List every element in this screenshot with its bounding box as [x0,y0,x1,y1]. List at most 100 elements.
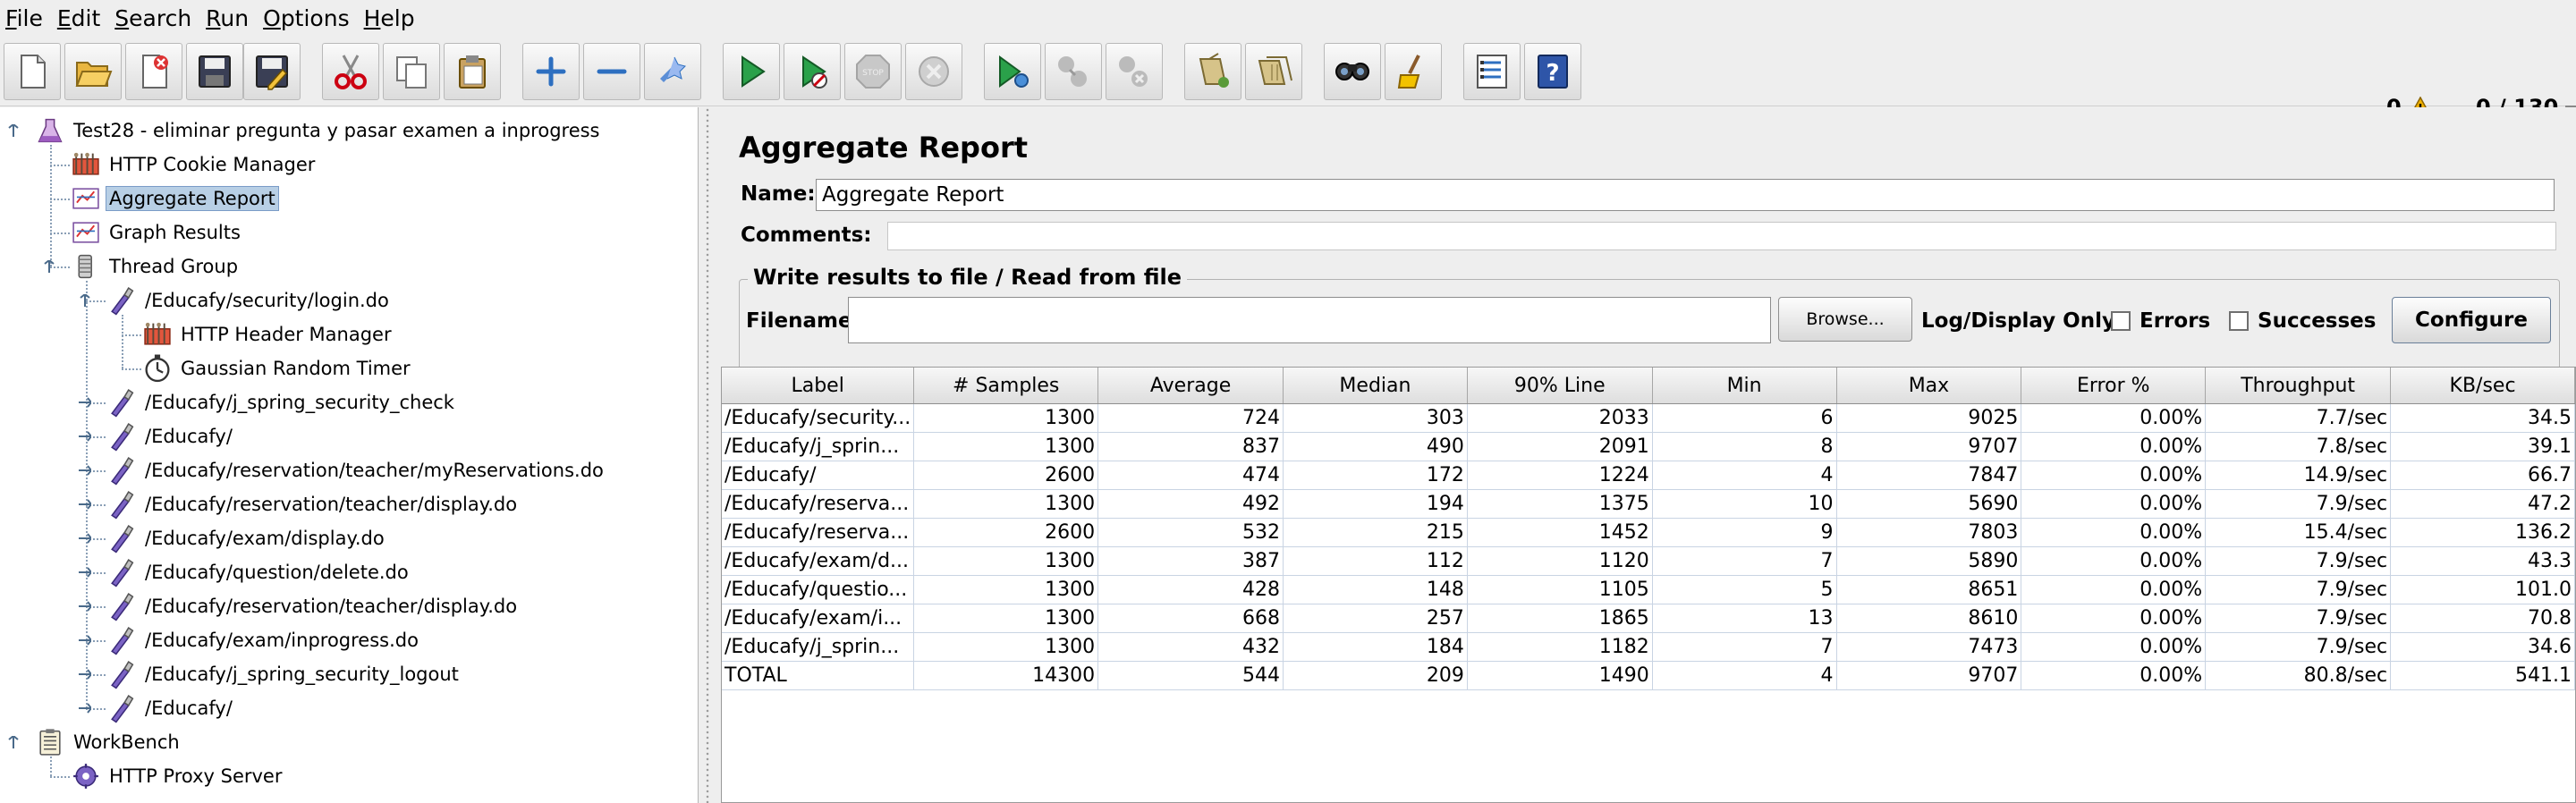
tree-node[interactable]: /Educafy/reservation/teacher/display.do [106,488,521,520]
tree-expand-toggle[interactable] [79,702,93,714]
table-row[interactable]: /Educafy/reserva... 2600 532 215 1452 9 7803 0.… [722,518,2575,547]
column-header[interactable]: Min [1652,368,1837,404]
total-row[interactable]: TOTAL 14300 544 209 1490 4 9707 0.00% 80.8/sec 54… [722,661,2575,690]
save-button[interactable] [186,43,243,100]
tree-expand-toggle[interactable] [79,668,93,680]
tree-node[interactable]: HTTP Header Manager [141,318,395,351]
tree-collapse-toggle[interactable] [79,292,90,307]
column-header[interactable]: Max [1836,368,2022,404]
tree-node[interactable]: /Educafy/reservation/teacher/display.do [106,590,521,622]
column-header[interactable]: Median [1283,368,1468,404]
filename-field[interactable] [848,297,1771,343]
table-cell: 7.8/sec [2205,432,2392,461]
table-row[interactable]: /Educafy/reserva... 1300 492 194 1375 10 5690 0… [722,489,2575,519]
stop-button[interactable]: STOP [844,43,902,100]
table-row[interactable]: /Educafy/j_sprin... 1300 837 490 2091 8 9707 0.… [722,432,2575,461]
table-row[interactable]: /Educafy/j_sprin... 1300 432 184 1182 7 7473 0.… [722,632,2575,662]
tree-node[interactable]: Gaussian Random Timer [141,352,414,385]
successes-checkbox[interactable] [2229,311,2249,331]
help-button[interactable]: ? [1524,43,1581,100]
column-header[interactable]: # Samples [913,368,1099,404]
menu-file[interactable]: File [0,0,50,36]
split-pane-divider[interactable] [699,107,716,803]
tree-node[interactable]: /Educafy/j_spring_security_logout [106,658,462,690]
tree-node[interactable]: Test28 - eliminar pregunta y pasar exame… [34,114,604,147]
column-header[interactable]: 90% Line [1467,368,1653,404]
search-button[interactable] [1324,43,1381,100]
menu-help[interactable]: Help [357,0,422,36]
remote-shutdown-button[interactable] [1106,43,1163,100]
tree-node[interactable]: HTTP Proxy Server [70,760,285,792]
cut-button[interactable] [322,43,379,100]
menu-edit[interactable]: Edit [50,0,107,36]
tree-collapse-toggle[interactable] [7,123,19,137]
shutdown-button[interactable] [905,43,962,100]
name-field[interactable] [816,179,2555,211]
new-button[interactable] [4,43,61,100]
tree-node[interactable]: /Educafy/exam/display.do [106,522,388,554]
menu-search[interactable]: Search [107,0,199,36]
tree-expand-toggle[interactable] [79,498,93,510]
aggregate-table[interactable]: Label # Samples Average Median 90% Line Min Ma… [721,367,2576,803]
tree-expand-toggle[interactable] [79,464,93,476]
tree-expand-toggle[interactable] [79,600,93,612]
close-button[interactable] [125,43,182,100]
table-row[interactable]: /Educafy/exam/i... 1300 668 257 1865 13 8610 0.… [722,604,2575,633]
column-header[interactable]: Average [1097,368,1284,404]
tree-node[interactable]: /Educafy/security/login.do [106,284,393,317]
tree-node[interactable]: WorkBench [34,726,183,758]
tree-collapse-toggle[interactable] [7,734,19,748]
column-header[interactable]: Error % [2021,368,2207,404]
start-button[interactable] [723,43,780,100]
table-cell: 14.9/sec [2205,461,2392,490]
menu-options[interactable]: Options [256,0,356,36]
copy-button[interactable] [383,43,440,100]
tree-node[interactable]: HTTP Cookie Manager [70,148,318,181]
tree-node[interactable]: Graph Results [70,216,244,249]
tree-node[interactable]: /Educafy/reservation/teacher/myReservati… [106,454,607,486]
browse-button[interactable]: Browse... [1778,297,1912,342]
column-header[interactable]: Label [722,368,915,404]
clear-button[interactable] [1184,43,1241,100]
tree-node[interactable]: /Educafy/j_spring_security_check [106,386,458,418]
errors-checkbox[interactable] [2111,311,2131,331]
tree-expand-toggle[interactable] [79,634,93,646]
open-button[interactable] [64,43,122,100]
configure-button[interactable]: Configure [2392,297,2551,343]
column-header[interactable]: Throughput [2205,368,2392,404]
collapse-button[interactable] [583,43,640,100]
table-row[interactable]: /Educafy/2600 474 172 1224 4 7847 0.00% 14.9/se… [722,461,2575,490]
remote-start-button[interactable] [984,43,1041,100]
tree-node[interactable]: /Educafy/exam/inprogress.do [106,624,422,656]
tree-expand-toggle[interactable] [79,532,93,544]
paste-button[interactable] [444,43,501,100]
tree-node[interactable]: /Educafy/ [106,692,236,724]
table-cell: 101.0 [2390,575,2575,604]
remote-stop-button[interactable] [1045,43,1102,100]
column-header[interactable]: KB/sec [2390,368,2575,404]
tree-node[interactable]: Thread Group [70,250,242,283]
aggregate-results-table[interactable]: Label # Samples Average Median 90% Line Min Ma… [722,368,2575,690]
table-row[interactable]: /Educafy/exam/d... 1300 387 112 1120 7 5890 0.0… [722,546,2575,576]
save-as-button[interactable] [243,43,301,100]
menu-run[interactable]: Run [199,0,256,36]
table-row[interactable]: /Educafy/questio... 1300 428 148 1105 5 8651 0.… [722,575,2575,604]
function-helper-button[interactable] [1463,43,1521,100]
splitter-grip[interactable] [705,107,710,803]
start-no-timers-button[interactable] [784,43,841,100]
tree-connector [50,199,70,200]
toggle-button[interactable] [644,43,701,100]
tree-expand-toggle[interactable] [79,430,93,442]
tree-expand-toggle[interactable] [79,396,93,408]
comments-field[interactable] [887,222,2556,250]
tree-node[interactable]: /Educafy/question/delete.do [106,556,412,588]
table-row[interactable]: /Educafy/security... 1300 724 303 2033 6 9025 0… [722,403,2575,433]
expand-button[interactable] [522,43,580,100]
test-plan-tree[interactable]: Test28 - eliminar pregunta y pasar exame… [0,107,699,803]
tree-node[interactable]: Aggregate Report [70,182,279,215]
clear-all-button[interactable] [1245,43,1302,100]
tree-expand-toggle[interactable] [79,566,93,578]
tree-collapse-toggle[interactable] [43,258,55,273]
reset-search-button[interactable] [1385,43,1442,100]
tree-node[interactable]: /Educafy/ [106,420,236,452]
